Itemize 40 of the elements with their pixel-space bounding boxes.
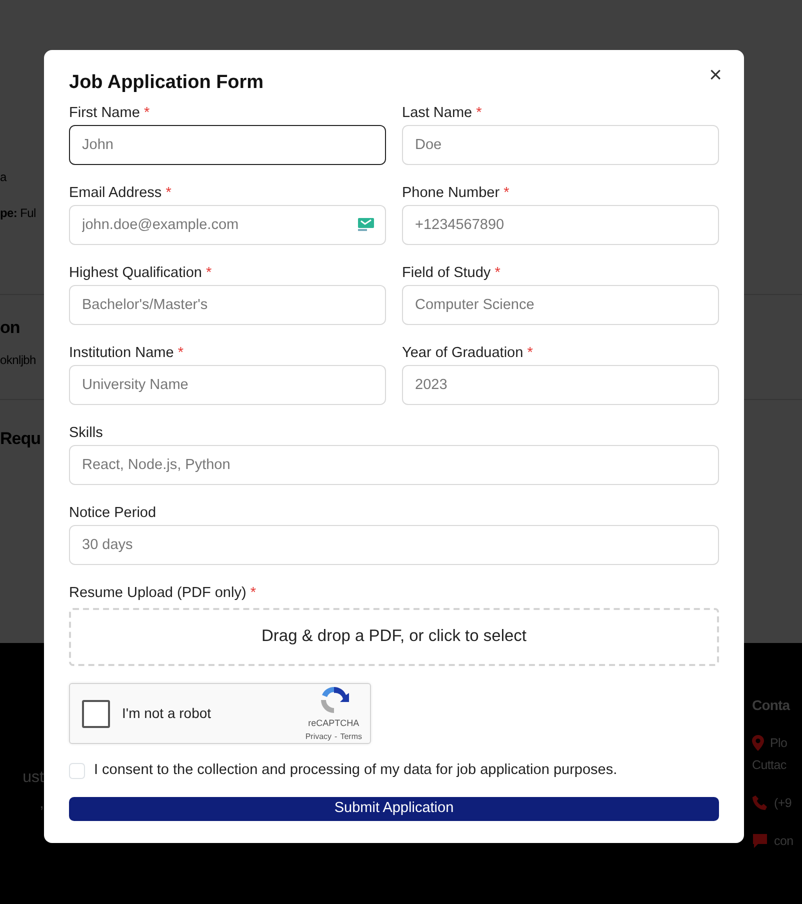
field-label: Field of Study * — [402, 264, 502, 282]
recaptcha-checkbox[interactable] — [82, 700, 110, 728]
detail-text: pe: Ful — [0, 205, 36, 222]
detail-text: a — [0, 169, 6, 186]
consent-checkbox[interactable] — [69, 763, 85, 780]
contact-heading: Conta — [752, 696, 792, 715]
contact-text: Cuttac — [752, 757, 788, 774]
footer-text: ust — [22, 768, 44, 788]
field-label: Year of Graduation * — [402, 344, 534, 362]
recaptcha-link[interactable]: Terms — [340, 731, 362, 744]
field-label: Resume Upload (PDF only) * — [69, 584, 257, 602]
location-pin-icon — [752, 735, 764, 751]
phone-icon — [752, 795, 768, 811]
field-label: Highest Qualification * — [69, 264, 213, 282]
recaptcha-label: I'm not a robot — [122, 704, 212, 724]
separator-text: - — [334, 731, 338, 744]
contact-text: con — [774, 833, 794, 850]
field-label: Institution Name * — [69, 344, 184, 362]
field-label: Last Name * — [402, 104, 483, 122]
contact-text: (+9 — [774, 795, 792, 812]
field-label: Phone Number * — [402, 184, 510, 202]
submit-button[interactable]: Submit Application — [69, 797, 719, 821]
close-button[interactable]: × — [705, 62, 726, 88]
file-dropzone[interactable]: Drag & drop a PDF, or click to select — [69, 608, 719, 666]
contact-text: Plo — [770, 735, 788, 752]
modal-title: Job Application Form — [69, 72, 264, 95]
envelope-icon — [358, 218, 374, 231]
field-label: Email Address * — [69, 184, 172, 202]
section-heading: on — [0, 317, 20, 339]
field-label: Notice Period — [69, 504, 158, 522]
recaptcha-link[interactable]: Privacy — [305, 731, 332, 744]
chat-icon — [752, 833, 768, 849]
consent-text: I consent to the collection and processing of my data for job application purposes. — [94, 761, 618, 780]
field-label: Skills — [69, 424, 104, 442]
section-heading: Requ — [0, 428, 40, 450]
detail-text: oknljbh — [0, 352, 36, 369]
recaptcha-brand: reCAPTCHA — [308, 716, 360, 730]
input-field[interactable]: John — [69, 124, 386, 165]
field-label: First Name * — [69, 104, 151, 122]
footer-text: , — [40, 794, 44, 814]
